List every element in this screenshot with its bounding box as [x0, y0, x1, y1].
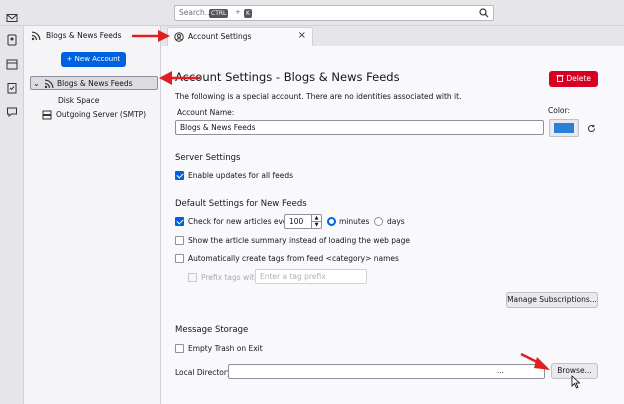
calendar-icon[interactable]	[6, 58, 18, 70]
account-settings-icon	[174, 32, 184, 42]
tree-item-label: Disk Space	[58, 96, 100, 105]
manage-subscriptions-button[interactable]: Manage Subscriptions...	[506, 292, 598, 308]
tasks-icon[interactable]	[6, 82, 18, 94]
enable-updates-label: Enable updates for all feeds	[188, 171, 294, 180]
shortcut-key-k: K	[244, 9, 252, 18]
auto-tags-label: Automatically create tags from feed <cat…	[188, 254, 399, 263]
message-storage-heading: Message Storage	[175, 325, 249, 335]
search-icon	[479, 8, 489, 18]
new-account-label: New Account	[74, 55, 121, 63]
special-account-note: The following is a special account. Ther…	[175, 92, 462, 101]
plus-icon: +	[66, 55, 73, 63]
minutes-radio[interactable]	[327, 217, 336, 226]
tree-item-disk-space[interactable]: Disk Space	[58, 94, 99, 108]
color-label: Color:	[548, 106, 570, 115]
account-name-value: Blogs & News Feeds	[180, 123, 256, 132]
show-summary-checkbox[interactable]	[175, 236, 184, 245]
prefix-tags-label: Prefix tags with:	[201, 273, 262, 282]
days-label: days	[387, 217, 405, 226]
reset-color-icon[interactable]	[587, 124, 596, 133]
empty-trash-checkbox[interactable]	[175, 344, 184, 353]
tab-label: Account Settings	[188, 32, 252, 41]
tree-item-label: Outgoing Server (SMTP)	[56, 110, 147, 119]
delete-label: Delete	[566, 74, 592, 83]
tree-item-label: Blogs & News Feeds	[57, 79, 133, 88]
address-book-icon[interactable]	[6, 34, 18, 46]
browse-label: Browse...	[557, 366, 592, 375]
color-picker[interactable]	[549, 119, 579, 137]
prefix-placeholder: Enter a tag prefix	[260, 272, 326, 281]
spaces-toolbar	[0, 14, 24, 404]
new-account-button[interactable]: + New Account	[61, 52, 126, 67]
tree-item-blogs-news-feeds[interactable]: ⌄ Blogs & News Feeds	[30, 76, 158, 90]
prefix-tags-input[interactable]: Enter a tag prefix	[255, 269, 367, 284]
close-icon[interactable]: ×	[298, 30, 306, 41]
trash-icon	[556, 75, 564, 82]
account-name-label: Account Name:	[177, 108, 235, 117]
days-radio[interactable]	[374, 217, 383, 226]
enable-updates-checkbox[interactable]	[175, 171, 184, 180]
shortcut-plus: +	[235, 8, 241, 16]
check-new-articles-label: Check for new articles every	[188, 217, 296, 226]
show-summary-label: Show the article summary instead of load…	[188, 236, 410, 245]
folder-pane-title: Blogs & News Feeds	[46, 31, 122, 40]
server-icon	[42, 110, 52, 120]
local-directory-field[interactable]: ...	[228, 364, 545, 379]
interval-value: 100	[289, 217, 304, 226]
browse-button[interactable]: Browse...	[551, 363, 598, 379]
shortcut-key-ctrl: CTRL	[209, 9, 229, 18]
minutes-label: minutes	[339, 217, 370, 226]
check-new-articles-checkbox[interactable]	[175, 217, 184, 226]
account-name-field[interactable]: Blogs & News Feeds	[175, 120, 544, 135]
rss-icon	[31, 31, 41, 41]
delete-button[interactable]: Delete	[549, 71, 598, 87]
server-settings-heading: Server Settings	[175, 153, 241, 163]
color-swatch	[554, 123, 574, 133]
tab-account-settings[interactable]: Account Settings ×	[167, 27, 313, 46]
stepper-down-icon[interactable]: ▼	[311, 221, 321, 228]
search-placeholder: Search...	[179, 8, 212, 17]
mail-icon[interactable]	[6, 12, 18, 24]
page-title: Account Settings - Blogs & News Feeds	[175, 70, 400, 84]
rss-icon	[44, 79, 54, 89]
interval-stepper[interactable]: 100 ▲ ▼	[284, 214, 322, 229]
auto-tags-checkbox[interactable]	[175, 254, 184, 263]
empty-trash-label: Empty Trash on Exit	[188, 344, 263, 353]
default-feeds-heading: Default Settings for New Feeds	[175, 199, 307, 209]
manage-subscriptions-label: Manage Subscriptions...	[507, 295, 597, 304]
chat-icon[interactable]	[6, 106, 18, 118]
folder-pane-header: Blogs & News Feeds	[24, 28, 161, 44]
prefix-tags-checkbox[interactable]	[188, 273, 197, 282]
local-directory-label: Local Directory:	[175, 368, 234, 377]
chevron-down-icon[interactable]: ⌄	[33, 77, 40, 91]
search-input[interactable]: Search... CTRL + K	[174, 5, 494, 21]
local-directory-value: ...	[496, 366, 504, 375]
